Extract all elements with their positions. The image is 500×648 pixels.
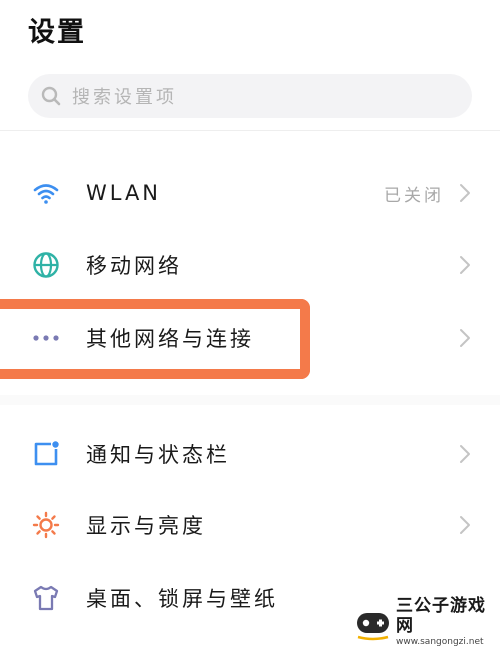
watermark-url: www.sangongzi.net <box>396 636 484 647</box>
settings-item-mobile-network[interactable]: 移动网络 <box>0 235 500 295</box>
settings-item-label: 移动网络 <box>86 254 182 278</box>
search-icon <box>40 85 62 107</box>
chevron-right-icon <box>458 254 472 276</box>
settings-item-label: 显示与亮度 <box>86 514 206 538</box>
status-text: 已关闭 <box>384 185 444 206</box>
brightness-icon <box>32 511 60 539</box>
notification-icon <box>32 440 60 468</box>
tshirt-icon <box>32 584 60 612</box>
settings-item-label: 通知与状态栏 <box>86 443 230 467</box>
search-placeholder: 搜索设置项 <box>72 87 177 108</box>
page-title: 设置 <box>28 17 86 48</box>
search-bar[interactable]: 搜索设置项 <box>28 74 472 118</box>
chevron-right-icon <box>458 514 472 536</box>
settings-item-label: WLAN <box>86 181 162 205</box>
settings-item-wlan[interactable]: WLAN 已关闭 <box>0 163 500 223</box>
chevron-right-icon <box>458 443 472 465</box>
settings-item-notifications[interactable]: 通知与状态栏 <box>0 424 500 484</box>
watermark: 三公子游戏网 www.sangongzi.net <box>352 596 500 647</box>
section-divider <box>0 395 500 405</box>
wifi-icon <box>32 179 60 207</box>
watermark-logo-icon <box>352 601 394 643</box>
settings-item-label: 桌面、锁屏与壁纸 <box>86 587 278 611</box>
chevron-right-icon <box>458 182 472 204</box>
watermark-title: 三公子游戏网 <box>396 595 486 636</box>
highlight-box <box>0 299 310 379</box>
divider <box>0 130 500 131</box>
globe-icon <box>32 251 60 279</box>
settings-item-display[interactable]: 显示与亮度 <box>0 495 500 555</box>
chevron-right-icon <box>458 327 472 349</box>
